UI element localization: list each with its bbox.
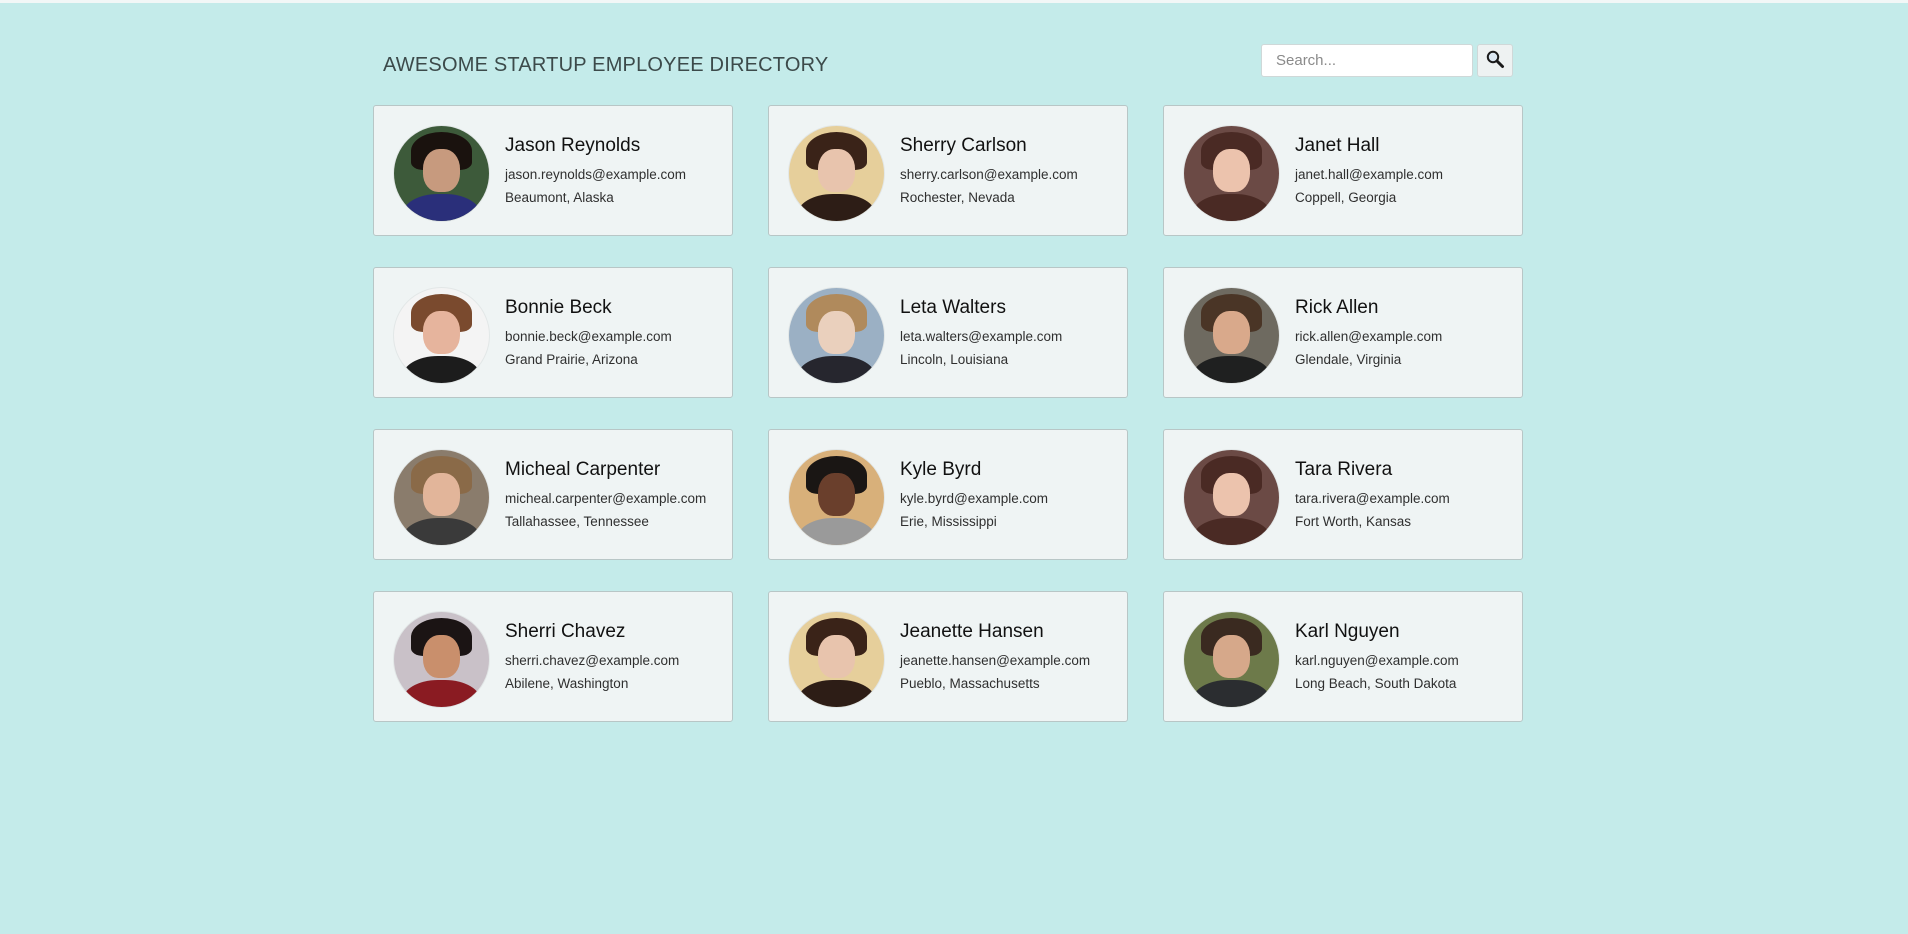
employee-name: Kyle Byrd: [900, 459, 982, 480]
employee-card[interactable]: Jason Reynolds jason.reynolds@example.com…: [373, 105, 733, 236]
employee-email: jeanette.hansen@example.com: [900, 653, 1091, 668]
employee-email: micheal.carpenter@example.com: [505, 491, 707, 506]
employee-card[interactable]: Bonnie Beck bonnie.beck@example.com Grand …: [373, 267, 733, 398]
employee-avatar: [1184, 288, 1279, 383]
top-border: [0, 0, 1908, 3]
employee-name: Jason Reynolds: [505, 135, 641, 156]
search-input[interactable]: [1261, 44, 1473, 77]
employee-info: Bonnie Beck bonnie.beck@example.com Grand …: [505, 296, 672, 371]
employee-avatar: [789, 450, 884, 545]
employee-card[interactable]: Micheal Carpenter micheal.carpenter@examp…: [373, 429, 733, 560]
employee-card[interactable]: Rick Allen rick.allen@example.com Glendale…: [1163, 267, 1523, 398]
employee-email: janet.hall@example.com: [1295, 167, 1444, 182]
employee-email: rick.allen@example.com: [1295, 329, 1443, 344]
search-form: [1261, 44, 1513, 77]
employee-name: Jeanette Hansen: [900, 621, 1044, 642]
employee-info: Jason Reynolds jason.reynolds@example.com…: [505, 134, 686, 209]
employee-info: Micheal Carpenter micheal.carpenter@examp…: [505, 458, 706, 533]
employee-location: Beaumont, Alaska: [505, 190, 614, 205]
employee-avatar: [1184, 450, 1279, 545]
employee-avatar: [1184, 126, 1279, 221]
employee-name: Micheal Carpenter: [505, 459, 661, 480]
employee-info: Rick Allen rick.allen@example.com Glendale…: [1295, 296, 1442, 371]
employee-card[interactable]: Sherri Chavez sherri.chavez@example.com Ab…: [373, 591, 733, 722]
employee-info: Leta Walters leta.walters@example.com Linc…: [900, 296, 1062, 371]
employee-card[interactable]: Leta Walters leta.walters@example.com Linc…: [768, 267, 1128, 398]
employee-name: Sherri Chavez: [505, 621, 626, 642]
employee-card[interactable]: Jeanette Hansen jeanette.hansen@example.c…: [768, 591, 1128, 722]
employee-name: Leta Walters: [900, 297, 1006, 318]
employee-location: Coppell, Georgia: [1295, 190, 1397, 205]
employee-avatar: [789, 288, 884, 383]
employee-email: bonnie.beck@example.com: [505, 329, 672, 344]
employee-name: Janet Hall: [1295, 135, 1380, 156]
employee-grid: Jason Reynolds jason.reynolds@example.com…: [373, 105, 1523, 722]
employee-location: Erie, Mississippi: [900, 514, 997, 529]
employee-info: Sherri Chavez sherri.chavez@example.com Ab…: [505, 620, 679, 695]
employee-card[interactable]: Sherry Carlson sherry.carlson@example.com…: [768, 105, 1128, 236]
employee-info: Jeanette Hansen jeanette.hansen@example.c…: [900, 620, 1090, 695]
employee-location: Long Beach, South Dakota: [1295, 676, 1457, 691]
employee-avatar: [789, 126, 884, 221]
employee-name: Rick Allen: [1295, 297, 1379, 318]
employee-name: Sherry Carlson: [900, 135, 1027, 156]
employee-location: Pueblo, Massachusetts: [900, 676, 1040, 691]
employee-card[interactable]: Kyle Byrd kyle.byrd@example.com Erie, Miss…: [768, 429, 1128, 560]
employee-email: tara.rivera@example.com: [1295, 491, 1450, 506]
employee-name: Karl Nguyen: [1295, 621, 1400, 642]
employee-info: Tara Rivera tara.rivera@example.com Fort W…: [1295, 458, 1450, 533]
page-header: Awesome Startup Employee Directory: [383, 44, 1513, 92]
employee-avatar: [789, 612, 884, 707]
employee-location: Tallahassee, Tennessee: [505, 514, 649, 529]
employee-info: Karl Nguyen karl.nguyen@example.com Long B…: [1295, 620, 1459, 695]
employee-location: Lincoln, Louisiana: [900, 352, 1009, 367]
employee-name: Tara Rivera: [1295, 459, 1393, 480]
employee-email: sherry.carlson@example.com: [900, 167, 1078, 182]
employee-location: Rochester, Nevada: [900, 190, 1015, 205]
search-button[interactable]: [1477, 44, 1513, 77]
page-title: Awesome Startup Employee Directory: [383, 54, 829, 76]
employee-location: Abilene, Washington: [505, 676, 629, 691]
employee-avatar: [394, 612, 489, 707]
employee-location: Glendale, Virginia: [1295, 352, 1402, 367]
employee-email: jason.reynolds@example.com: [505, 167, 687, 182]
magnifying-glass-icon: [1485, 49, 1505, 72]
employee-location: Fort Worth, Kansas: [1295, 514, 1412, 529]
employee-avatar: [1184, 612, 1279, 707]
employee-avatar: [394, 450, 489, 545]
employee-email: leta.walters@example.com: [900, 329, 1063, 344]
employee-avatar: [394, 288, 489, 383]
employee-info: Janet Hall janet.hall@example.com Coppell,…: [1295, 134, 1443, 209]
employee-info: Sherry Carlson sherry.carlson@example.com…: [900, 134, 1078, 209]
employee-email: kyle.byrd@example.com: [900, 491, 1049, 506]
employee-card[interactable]: Tara Rivera tara.rivera@example.com Fort W…: [1163, 429, 1523, 560]
employee-avatar: [394, 126, 489, 221]
employee-email: karl.nguyen@example.com: [1295, 653, 1459, 668]
employee-location: Grand Prairie, Arizona: [505, 352, 638, 367]
employee-info: Kyle Byrd kyle.byrd@example.com Erie, Miss…: [900, 458, 1048, 533]
employee-card[interactable]: Karl Nguyen karl.nguyen@example.com Long B…: [1163, 591, 1523, 722]
employee-email: sherri.chavez@example.com: [505, 653, 680, 668]
employee-name: Bonnie Beck: [505, 297, 612, 318]
employee-card[interactable]: Janet Hall janet.hall@example.com Coppell,…: [1163, 105, 1523, 236]
